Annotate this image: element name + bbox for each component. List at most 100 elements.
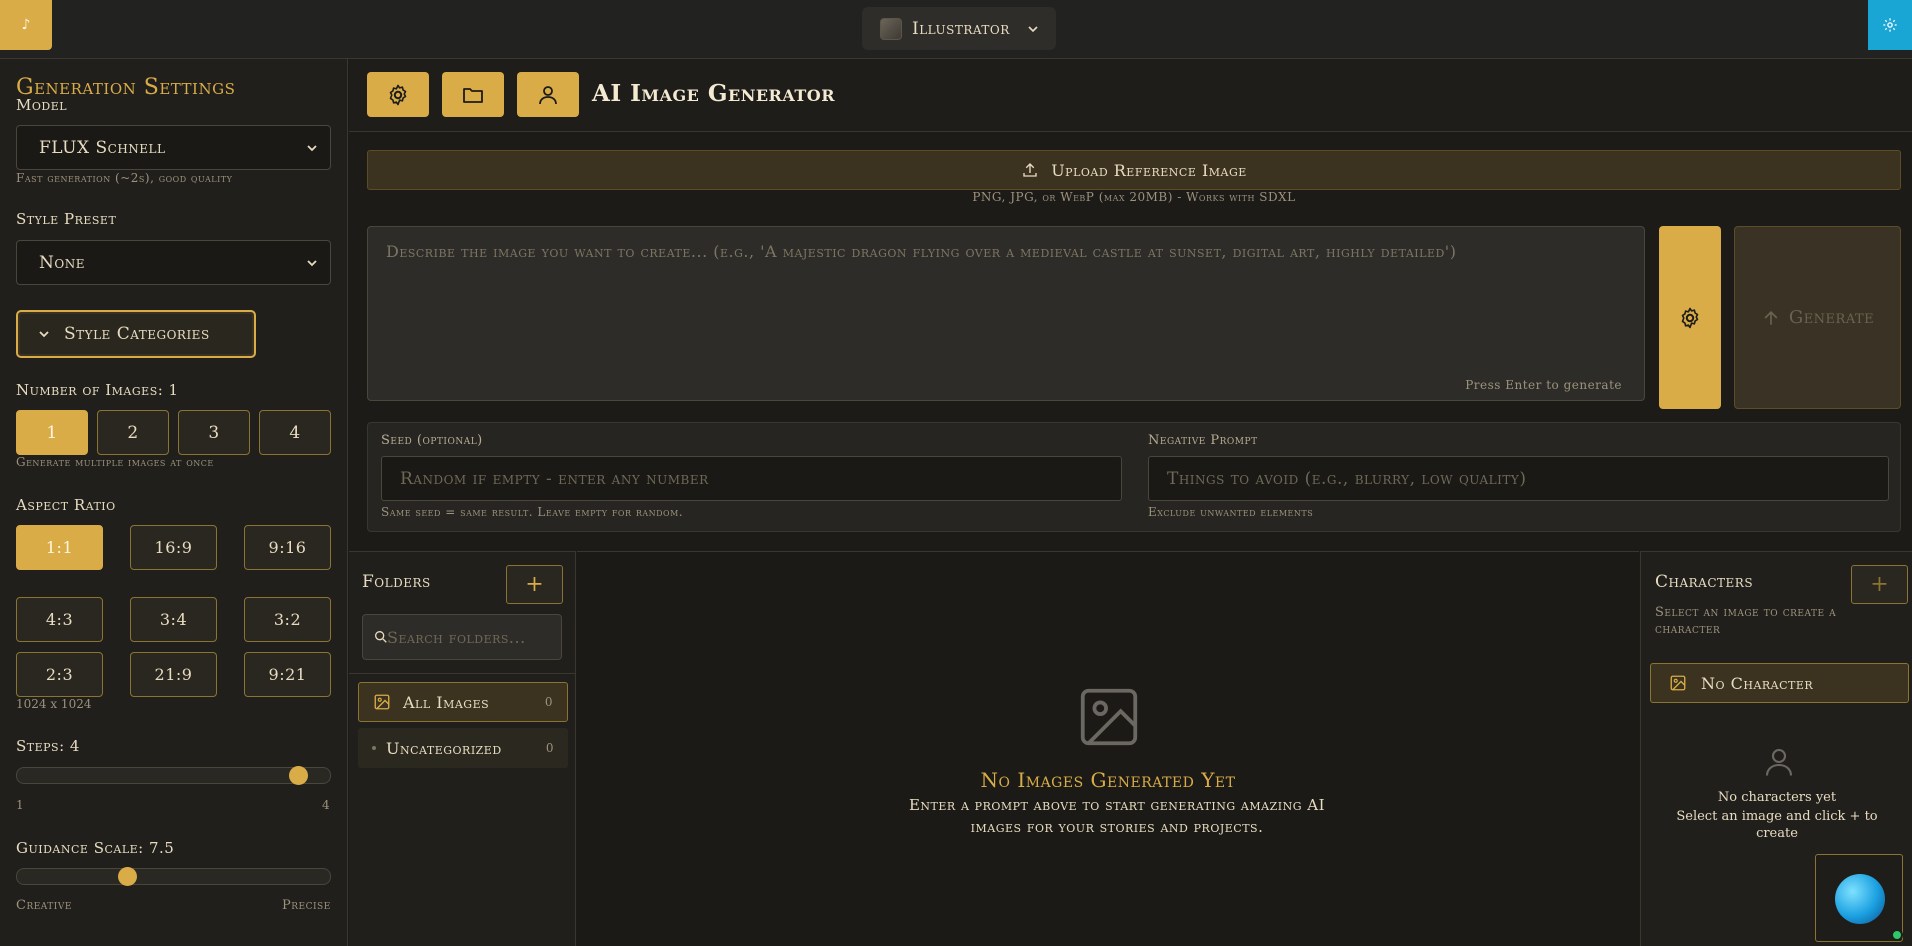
- settings-button[interactable]: [367, 72, 429, 117]
- style-preset-select[interactable]: None: [16, 240, 331, 285]
- user-icon: [539, 85, 557, 104]
- aspect-ratio-label: Aspect Ratio: [16, 496, 116, 514]
- folder-button[interactable]: [442, 72, 504, 117]
- chevron-down-icon: [307, 144, 317, 151]
- gear-icon: [389, 84, 407, 105]
- steps-max: 4: [322, 798, 330, 812]
- folder-item-all-images[interactable]: All Images 0: [358, 682, 568, 722]
- empty-gallery-subtitle: Enter a prompt above to start generating…: [908, 796, 1326, 836]
- guidance-slider-thumb[interactable]: [118, 867, 137, 886]
- prompt-textarea[interactable]: Describe the image you want to create...…: [367, 226, 1645, 401]
- prompt-placeholder: Describe the image you want to create...…: [386, 242, 1457, 261]
- prompt-enter-hint: Press Enter to generate: [1465, 378, 1622, 392]
- characters-empty-title: No characters yet: [1717, 790, 1837, 805]
- model-select[interactable]: FLUX Schnell: [16, 125, 331, 170]
- seed-placeholder: Random if empty - enter any number: [400, 468, 709, 489]
- app-switcher[interactable]: Illustrator: [862, 7, 1056, 50]
- generation-settings-sidebar: Generation Settings Model FLUX Schnell F…: [0, 59, 348, 946]
- image-icon: [1670, 675, 1686, 691]
- plus-icon: +: [1870, 572, 1889, 597]
- guidance-slider[interactable]: [16, 867, 331, 886]
- seed-label: Seed (optional): [381, 433, 483, 448]
- negative-prompt-hint: Exclude unwanted elements: [1148, 505, 1314, 519]
- music-note-icon: ♪: [21, 17, 31, 33]
- guidance-scale-label: Guidance Scale: 7.5: [16, 839, 175, 857]
- folders-title: Folders: [362, 572, 431, 592]
- upload-icon: [1023, 163, 1037, 177]
- num-images-3-button[interactable]: 3: [178, 410, 250, 455]
- gear-icon: [1681, 307, 1699, 328]
- gear-icon: [1883, 18, 1897, 32]
- upload-reference-label: Upload Reference Image: [1051, 160, 1247, 180]
- negative-prompt-input[interactable]: Things to avoid (e.g., blurry, low quali…: [1148, 456, 1889, 501]
- profile-button[interactable]: [517, 72, 579, 117]
- globe-icon: [1835, 874, 1885, 924]
- aspect-9-21-button[interactable]: 9:21: [244, 652, 331, 697]
- guidance-precise-label: Precise: [282, 898, 331, 913]
- generate-button[interactable]: Generate: [1734, 226, 1901, 409]
- folder-search-input[interactable]: Search folders...: [362, 614, 562, 660]
- folders-panel: Folders + Search folders... All Images 0…: [349, 551, 576, 946]
- steps-label: Steps: 4: [16, 737, 80, 755]
- no-character-option[interactable]: No Character: [1650, 663, 1909, 703]
- style-categories-label: Style Categories: [64, 324, 210, 344]
- aspect-2-3-button[interactable]: 2:3: [16, 652, 103, 697]
- prompt-settings-button[interactable]: [1659, 226, 1721, 409]
- arrow-up-icon: [1764, 310, 1778, 325]
- empty-gallery-title: No Images Generated Yet: [980, 768, 1236, 792]
- aspect-21-9-button[interactable]: 21:9: [130, 652, 217, 697]
- num-images-4-button[interactable]: 4: [259, 410, 331, 455]
- steps-slider-thumb[interactable]: [289, 766, 308, 785]
- folder-item-count: 0: [545, 741, 554, 755]
- steps-slider[interactable]: [16, 766, 331, 785]
- characters-panel: Characters + Select an image to create a…: [1640, 551, 1912, 946]
- characters-title: Characters: [1655, 572, 1754, 592]
- num-images-1-button[interactable]: 1: [16, 410, 88, 455]
- folder-item-uncategorized[interactable]: Uncategorized 0: [358, 728, 568, 768]
- app-avatar: [880, 17, 902, 40]
- aspect-4-3-button[interactable]: 4:3: [16, 597, 103, 642]
- folder-item-label: All Images: [403, 692, 490, 712]
- aspect-size-readout: 1024 x 1024: [16, 697, 92, 711]
- style-categories-toggle[interactable]: Style Categories: [16, 310, 256, 358]
- aspect-3-2-button[interactable]: 3:2: [244, 597, 331, 642]
- back-button[interactable]: ♪: [0, 0, 52, 50]
- style-preset-value: None: [39, 252, 85, 273]
- add-folder-button[interactable]: +: [506, 565, 563, 604]
- generate-label: Generate: [1788, 307, 1875, 328]
- top-bar: ♪ Illustrator: [0, 0, 1912, 59]
- num-images-hint: Generate multiple images at once: [16, 455, 214, 469]
- aspect-1-1-button[interactable]: 1:1: [16, 525, 103, 570]
- folders-divider: [349, 673, 575, 674]
- folder-search-placeholder: Search folders...: [387, 627, 526, 647]
- model-hint: Fast generation (~2s), good quality: [16, 171, 233, 185]
- plus-icon: +: [525, 572, 544, 597]
- steps-min: 1: [16, 798, 24, 812]
- folder-item-count: 0: [544, 695, 553, 709]
- seed-hint: Same seed = same result. Leave empty for…: [381, 505, 684, 519]
- aspect-3-4-button[interactable]: 3:4: [130, 597, 217, 642]
- aspect-9-16-button[interactable]: 9:16: [244, 525, 331, 570]
- image-icon: [374, 694, 390, 710]
- image-gallery: No Images Generated Yet Enter a prompt a…: [577, 551, 1639, 946]
- upload-hint: PNG, JPG, or WebP (max 20MB) - Works wit…: [972, 190, 1296, 204]
- num-images-2-button[interactable]: 2: [97, 410, 169, 455]
- add-character-button[interactable]: +: [1851, 565, 1908, 604]
- assistant-orb-widget[interactable]: [1815, 854, 1903, 942]
- page-title: AI Image Generator: [592, 80, 835, 107]
- aspect-16-9-button[interactable]: 16:9: [130, 525, 217, 570]
- negative-prompt-placeholder: Things to avoid (e.g., blurry, low quali…: [1167, 468, 1527, 489]
- chevron-down-icon: [1028, 25, 1038, 32]
- upload-reference-button[interactable]: Upload Reference Image: [367, 150, 1901, 190]
- chevron-down-icon: [39, 331, 49, 338]
- chevron-down-icon: [307, 259, 317, 266]
- seed-input[interactable]: Random if empty - enter any number: [381, 456, 1122, 501]
- negative-prompt-label: Negative Prompt: [1148, 433, 1258, 448]
- no-character-label: No Character: [1701, 673, 1814, 693]
- settings-widget-button[interactable]: [1868, 0, 1912, 50]
- online-status-icon: [1891, 929, 1903, 941]
- folder-icon: [463, 87, 483, 103]
- model-label: Model: [16, 96, 68, 114]
- style-preset-label: Style Preset: [16, 210, 117, 228]
- main-header: AI Image Generator: [349, 59, 1912, 132]
